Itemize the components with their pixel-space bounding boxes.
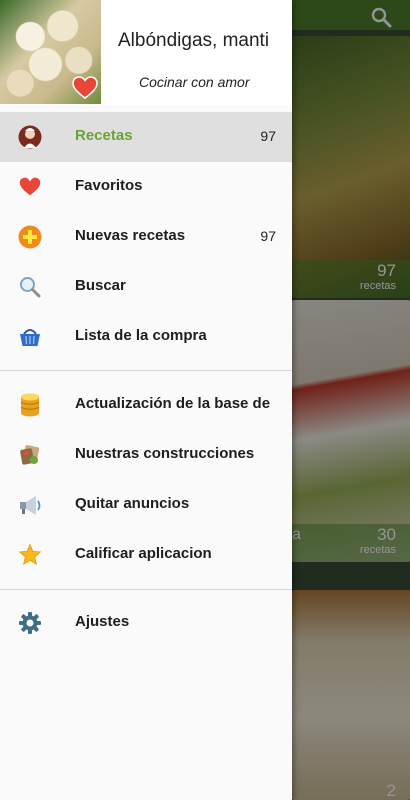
menu-divider bbox=[0, 370, 292, 371]
drawer-header: Albóndigas, manti Cocinar con amor bbox=[0, 0, 292, 105]
menu-item-label: Calificar aplicacion bbox=[75, 545, 212, 562]
heart-icon bbox=[72, 76, 98, 99]
menu-item-count: 97 bbox=[260, 128, 276, 144]
star-icon bbox=[18, 543, 42, 567]
menu-divider bbox=[0, 589, 292, 590]
menu-item-label: Favoritos bbox=[75, 177, 143, 194]
app-logo-image bbox=[0, 0, 101, 104]
menu-item-ajustes[interactable]: Ajustes bbox=[0, 598, 292, 648]
menu-item-label: Nuestras construcciones bbox=[75, 445, 255, 462]
gear-icon bbox=[18, 611, 42, 635]
menu-item-buscar[interactable]: Buscar bbox=[0, 262, 292, 312]
menu-item-label: Lista de la compra bbox=[75, 327, 207, 344]
app-subtitle: Cocinar con amor bbox=[139, 74, 250, 90]
megaphone-icon bbox=[18, 493, 42, 517]
menu-item-label: Recetas bbox=[75, 127, 133, 144]
plus-icon bbox=[18, 225, 42, 249]
app-title: Albóndigas, manti bbox=[118, 30, 270, 51]
menu-item-nuevas-recetas[interactable]: Nuevas recetas 97 bbox=[0, 212, 292, 262]
database-icon bbox=[18, 393, 42, 417]
menu-item-label: Buscar bbox=[75, 277, 126, 294]
menu-item-lista-compra[interactable]: Lista de la compra bbox=[0, 312, 292, 362]
menu-item-favoritos[interactable]: Favoritos bbox=[0, 162, 292, 212]
menu-item-quitar-anuncios[interactable]: Quitar anuncios bbox=[0, 480, 292, 530]
menu-item-actualizacion[interactable]: Actualización de la base de bbox=[0, 380, 292, 430]
heart-icon bbox=[18, 175, 42, 199]
search-icon bbox=[18, 275, 42, 299]
navigation-drawer: Albóndigas, manti Cocinar con amor Recet… bbox=[0, 0, 292, 800]
menu-item-calificar[interactable]: Calificar aplicacion bbox=[0, 530, 292, 580]
menu-item-recetas[interactable]: Recetas 97 bbox=[0, 112, 292, 162]
menu-item-construcciones[interactable]: Nuestras construcciones bbox=[0, 430, 292, 480]
menu-item-label: Nuevas recetas bbox=[75, 227, 186, 244]
basket-icon bbox=[18, 325, 42, 349]
menu-item-label: Quitar anuncios bbox=[75, 495, 190, 512]
menu-item-count: 97 bbox=[260, 228, 276, 244]
menu-item-label: Ajustes bbox=[75, 613, 130, 630]
apps-icon bbox=[18, 443, 42, 467]
chef-icon bbox=[18, 125, 42, 149]
menu-item-label: Actualización de la base de bbox=[75, 395, 271, 412]
